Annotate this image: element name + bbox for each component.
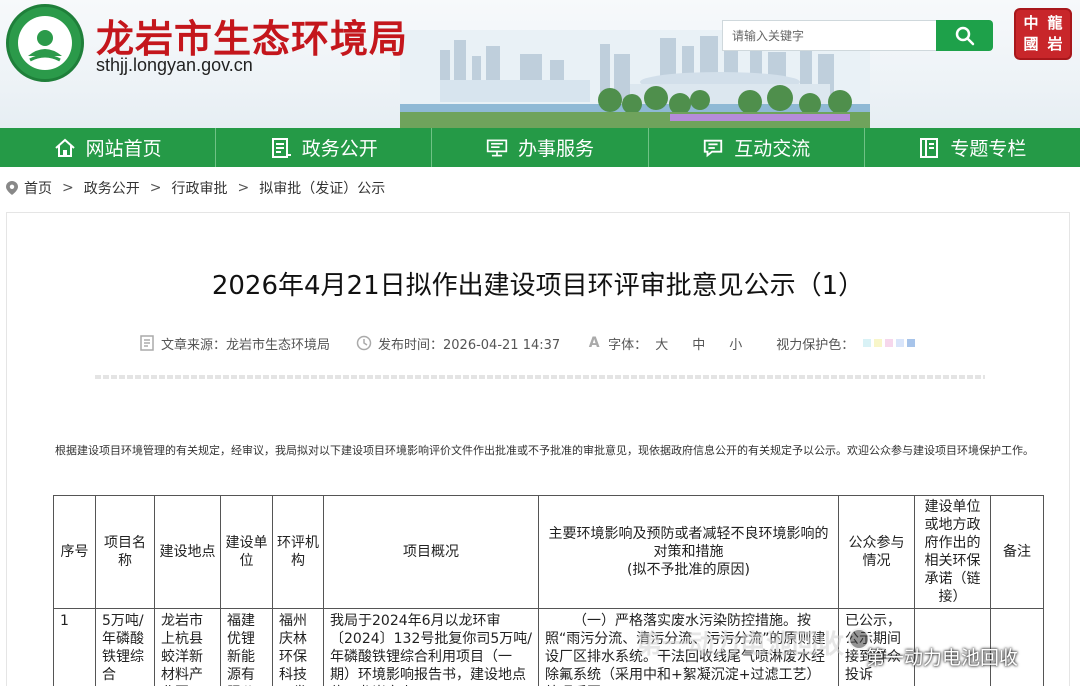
article-publish-time: 发布时间：2026-04-21 14:37 [356, 334, 560, 353]
table-cell: 1 [53, 608, 96, 686]
nav-label: 网站首页 [85, 138, 162, 160]
article-card: 2026年4月21日拟作出建设项目环评审批意见公示（1） 文章来源：龙岩市生态环… [6, 212, 1070, 686]
seal-char: 岩 [1047, 35, 1063, 53]
table-header: 项目名称 [95, 495, 155, 609]
site-header: ZHB 龙岩市生态环境局 sthjj.longyan.gov.cn 中 龍 國 … [0, 0, 1080, 128]
vision-protection-label: 视力保护色： [776, 337, 855, 353]
vision-color-swatch[interactable] [896, 339, 905, 347]
vision-color-swatch[interactable] [874, 339, 883, 347]
font-size-large[interactable]: 大 [655, 334, 668, 353]
nav-item-government-affairs[interactable]: 政务公开 [216, 128, 433, 167]
nav-item-special-topics[interactable]: 专题专栏 [865, 128, 1080, 167]
table-header-row: 序号 项目名称 建设地点 建设单位 环评机构 项目概况 主要环境影响及预防或者减… [53, 495, 1044, 609]
site-logo[interactable]: ZHB [6, 4, 84, 82]
table-header: 建设地点 [154, 495, 221, 609]
breadcrumb-current-page[interactable]: 拟审批（发证）公示 [259, 178, 385, 198]
color-swatches [860, 339, 916, 347]
location-pin-icon [6, 181, 18, 195]
table-header: 建设单位或地方政府作出的相关环保承诺（链接） [914, 495, 991, 609]
font-size-medium[interactable]: 中 [692, 334, 705, 353]
book-icon [918, 137, 940, 159]
nav-label: 政务公开 [301, 138, 378, 160]
china-seal-logo: 中 龍 國 岩 [1014, 8, 1072, 60]
article-publish-time-text: 发布时间：2026-04-21 14:37 [378, 337, 561, 353]
main-nav: 网站首页 政务公开 办事服务 互动交流 专题专栏 [0, 128, 1080, 167]
seal-char: 中 [1023, 14, 1039, 32]
search-icon [955, 26, 974, 45]
breadcrumb-home[interactable]: 首页 [24, 178, 52, 198]
breadcrumb-government-affairs[interactable]: 政务公开 [84, 178, 140, 198]
document-icon [270, 137, 292, 159]
vision-color-swatch[interactable] [907, 339, 916, 347]
article-source: 文章来源：龙岩市生态环境局 [139, 334, 330, 353]
table-cell: 福州庆林环保科技开发 [272, 608, 324, 686]
breadcrumb-separator-icon: > [237, 180, 250, 196]
table-header: 建设单位 [220, 495, 273, 609]
table-cell: 5万吨/年磷酸铁锂综合 [95, 608, 155, 686]
nav-label: 专题专栏 [950, 138, 1027, 160]
table-cell: 福建优锂新能源有限公司 [220, 608, 273, 686]
article-meta: 文章来源：龙岩市生态环境局 发布时间：2026-04-21 14:37 A 字体… [139, 334, 916, 353]
nav-item-home[interactable]: 网站首页 [0, 128, 217, 167]
nav-label: 办事服务 [518, 138, 595, 160]
service-icon [486, 137, 508, 159]
vision-color-swatch[interactable] [863, 339, 872, 347]
breadcrumb: 首页 > 政务公开 > 行政审批 > 拟审批（发证）公示 [6, 176, 385, 200]
font-size-label: 字体： [608, 337, 648, 353]
vision-color-swatch[interactable] [885, 339, 894, 347]
seal-char: 龍 [1047, 14, 1063, 32]
watermark-text: 第一动力电池回收 [866, 647, 1019, 669]
table-header: 主要环境影响及预防或者减轻不良环境影响的对策和措施 (拟不予批准的原因) [538, 495, 839, 609]
document-source-icon [139, 335, 155, 351]
article-intro: 根据建设项目环境管理的有关规定，经审议，我局拟对以下建设项目环境影响评价文件作出… [55, 444, 1034, 457]
logo-text: ZHB [34, 61, 56, 71]
search-button[interactable] [936, 20, 993, 51]
nav-label: 互动交流 [734, 138, 811, 160]
table-header: 公众参与情况 [838, 495, 915, 609]
search-box [722, 20, 936, 51]
font-size-icon: A [588, 335, 600, 351]
table-header: 序号 [53, 495, 96, 609]
breadcrumb-separator-icon: > [62, 180, 74, 196]
clock-icon [356, 335, 372, 351]
font-size-control: A 字体： 大 中 小 [586, 334, 742, 353]
article-source-text: 文章来源：龙岩市生态环境局 [161, 337, 331, 353]
article-title: 2026年4月21日拟作出建设项目环评审批意见公示（1） [211, 271, 865, 301]
table-cell: 龙岩市上杭县蛟洋新材料产业园 [154, 608, 221, 686]
nav-item-services[interactable]: 办事服务 [432, 128, 649, 167]
breadcrumb-separator-icon: > [149, 180, 162, 196]
watermark-text: 第一动力电池回收 [636, 630, 845, 660]
home-icon [54, 137, 76, 159]
search-input[interactable] [723, 21, 936, 50]
table-header: 备注 [990, 495, 1044, 609]
seal-char: 國 [1023, 35, 1039, 53]
vision-protection-control: 视力保护色： [776, 334, 916, 353]
breadcrumb-administrative-approval[interactable]: 行政审批 [171, 178, 227, 198]
table-cell: 我局于2024年6月以龙环审〔2024〕132号批复你司5万吨/年磷酸铁锂综合利… [323, 608, 539, 686]
table-header: 项目概况 [323, 495, 539, 609]
page-root: ZHB 龙岩市生态环境局 sthjj.longyan.gov.cn 中 龍 國 … [0, 0, 1080, 686]
site-domain: sthjj.longyan.gov.cn [96, 55, 253, 75]
table-header: 环评机构 [272, 495, 324, 609]
font-size-small[interactable]: 小 [729, 334, 742, 353]
meta-divider [95, 375, 985, 379]
chat-icon [702, 137, 724, 159]
nav-item-interaction[interactable]: 互动交流 [649, 128, 865, 167]
